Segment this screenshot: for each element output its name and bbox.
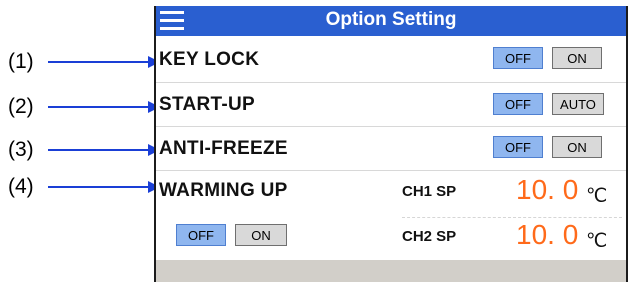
ch2-sp-label: CH2 SP <box>402 228 457 245</box>
ch1-sp-label: CH1 SP <box>402 183 457 200</box>
anti-freeze-label: ANTI-FREEZE <box>159 138 288 159</box>
anti-freeze-off-button[interactable]: OFF <box>493 136 543 158</box>
anti-freeze-on-button[interactable]: ON <box>552 136 602 158</box>
callout-4: (4) <box>8 175 160 198</box>
callout-1: (1) <box>8 50 160 73</box>
callout-label-4: (4) <box>8 175 34 198</box>
callout-line-1 <box>48 61 148 63</box>
callout-3: (3) <box>8 138 160 161</box>
callout-label-3: (3) <box>8 138 34 161</box>
callout-label-2: (2) <box>8 95 34 118</box>
key-lock-off-button[interactable]: OFF <box>493 47 543 69</box>
ch2-sp-unit: ℃ <box>586 231 608 252</box>
callout-label-1: (1) <box>8 50 34 73</box>
key-lock-on-button[interactable]: ON <box>552 47 602 69</box>
title-bar: Option Setting <box>156 6 626 36</box>
start-up-label: START-UP <box>159 94 255 115</box>
bottom-bar <box>156 260 626 282</box>
start-up-auto-button[interactable]: AUTO <box>552 93 604 115</box>
ch2-sp-value[interactable]: 10. 0 <box>516 219 578 251</box>
ch1-sp-unit: ℃ <box>586 186 608 207</box>
callout-line-3 <box>48 149 148 151</box>
callout-line-4 <box>48 186 148 188</box>
callout-2: (2) <box>8 95 160 118</box>
ch1-sp-value[interactable]: 10. 0 <box>516 174 578 206</box>
setpoint-divider <box>402 217 622 218</box>
key-lock-row: KEY LOCK OFF ON <box>156 36 626 83</box>
warming-up-off-button[interactable]: OFF <box>176 224 226 246</box>
start-up-off-button[interactable]: OFF <box>493 93 543 115</box>
callout-line-2 <box>48 106 148 108</box>
key-lock-label: KEY LOCK <box>159 49 260 70</box>
warming-up-label: WARMING UP <box>159 180 288 201</box>
start-up-row: START-UP OFF AUTO <box>156 82 626 127</box>
page-title: Option Setting <box>325 9 457 30</box>
option-setting-screen: Option Setting KEY LOCK OFF ON START-UP … <box>154 6 628 282</box>
anti-freeze-row: ANTI-FREEZE OFF ON <box>156 126 626 171</box>
warming-up-on-button[interactable]: ON <box>235 224 287 246</box>
